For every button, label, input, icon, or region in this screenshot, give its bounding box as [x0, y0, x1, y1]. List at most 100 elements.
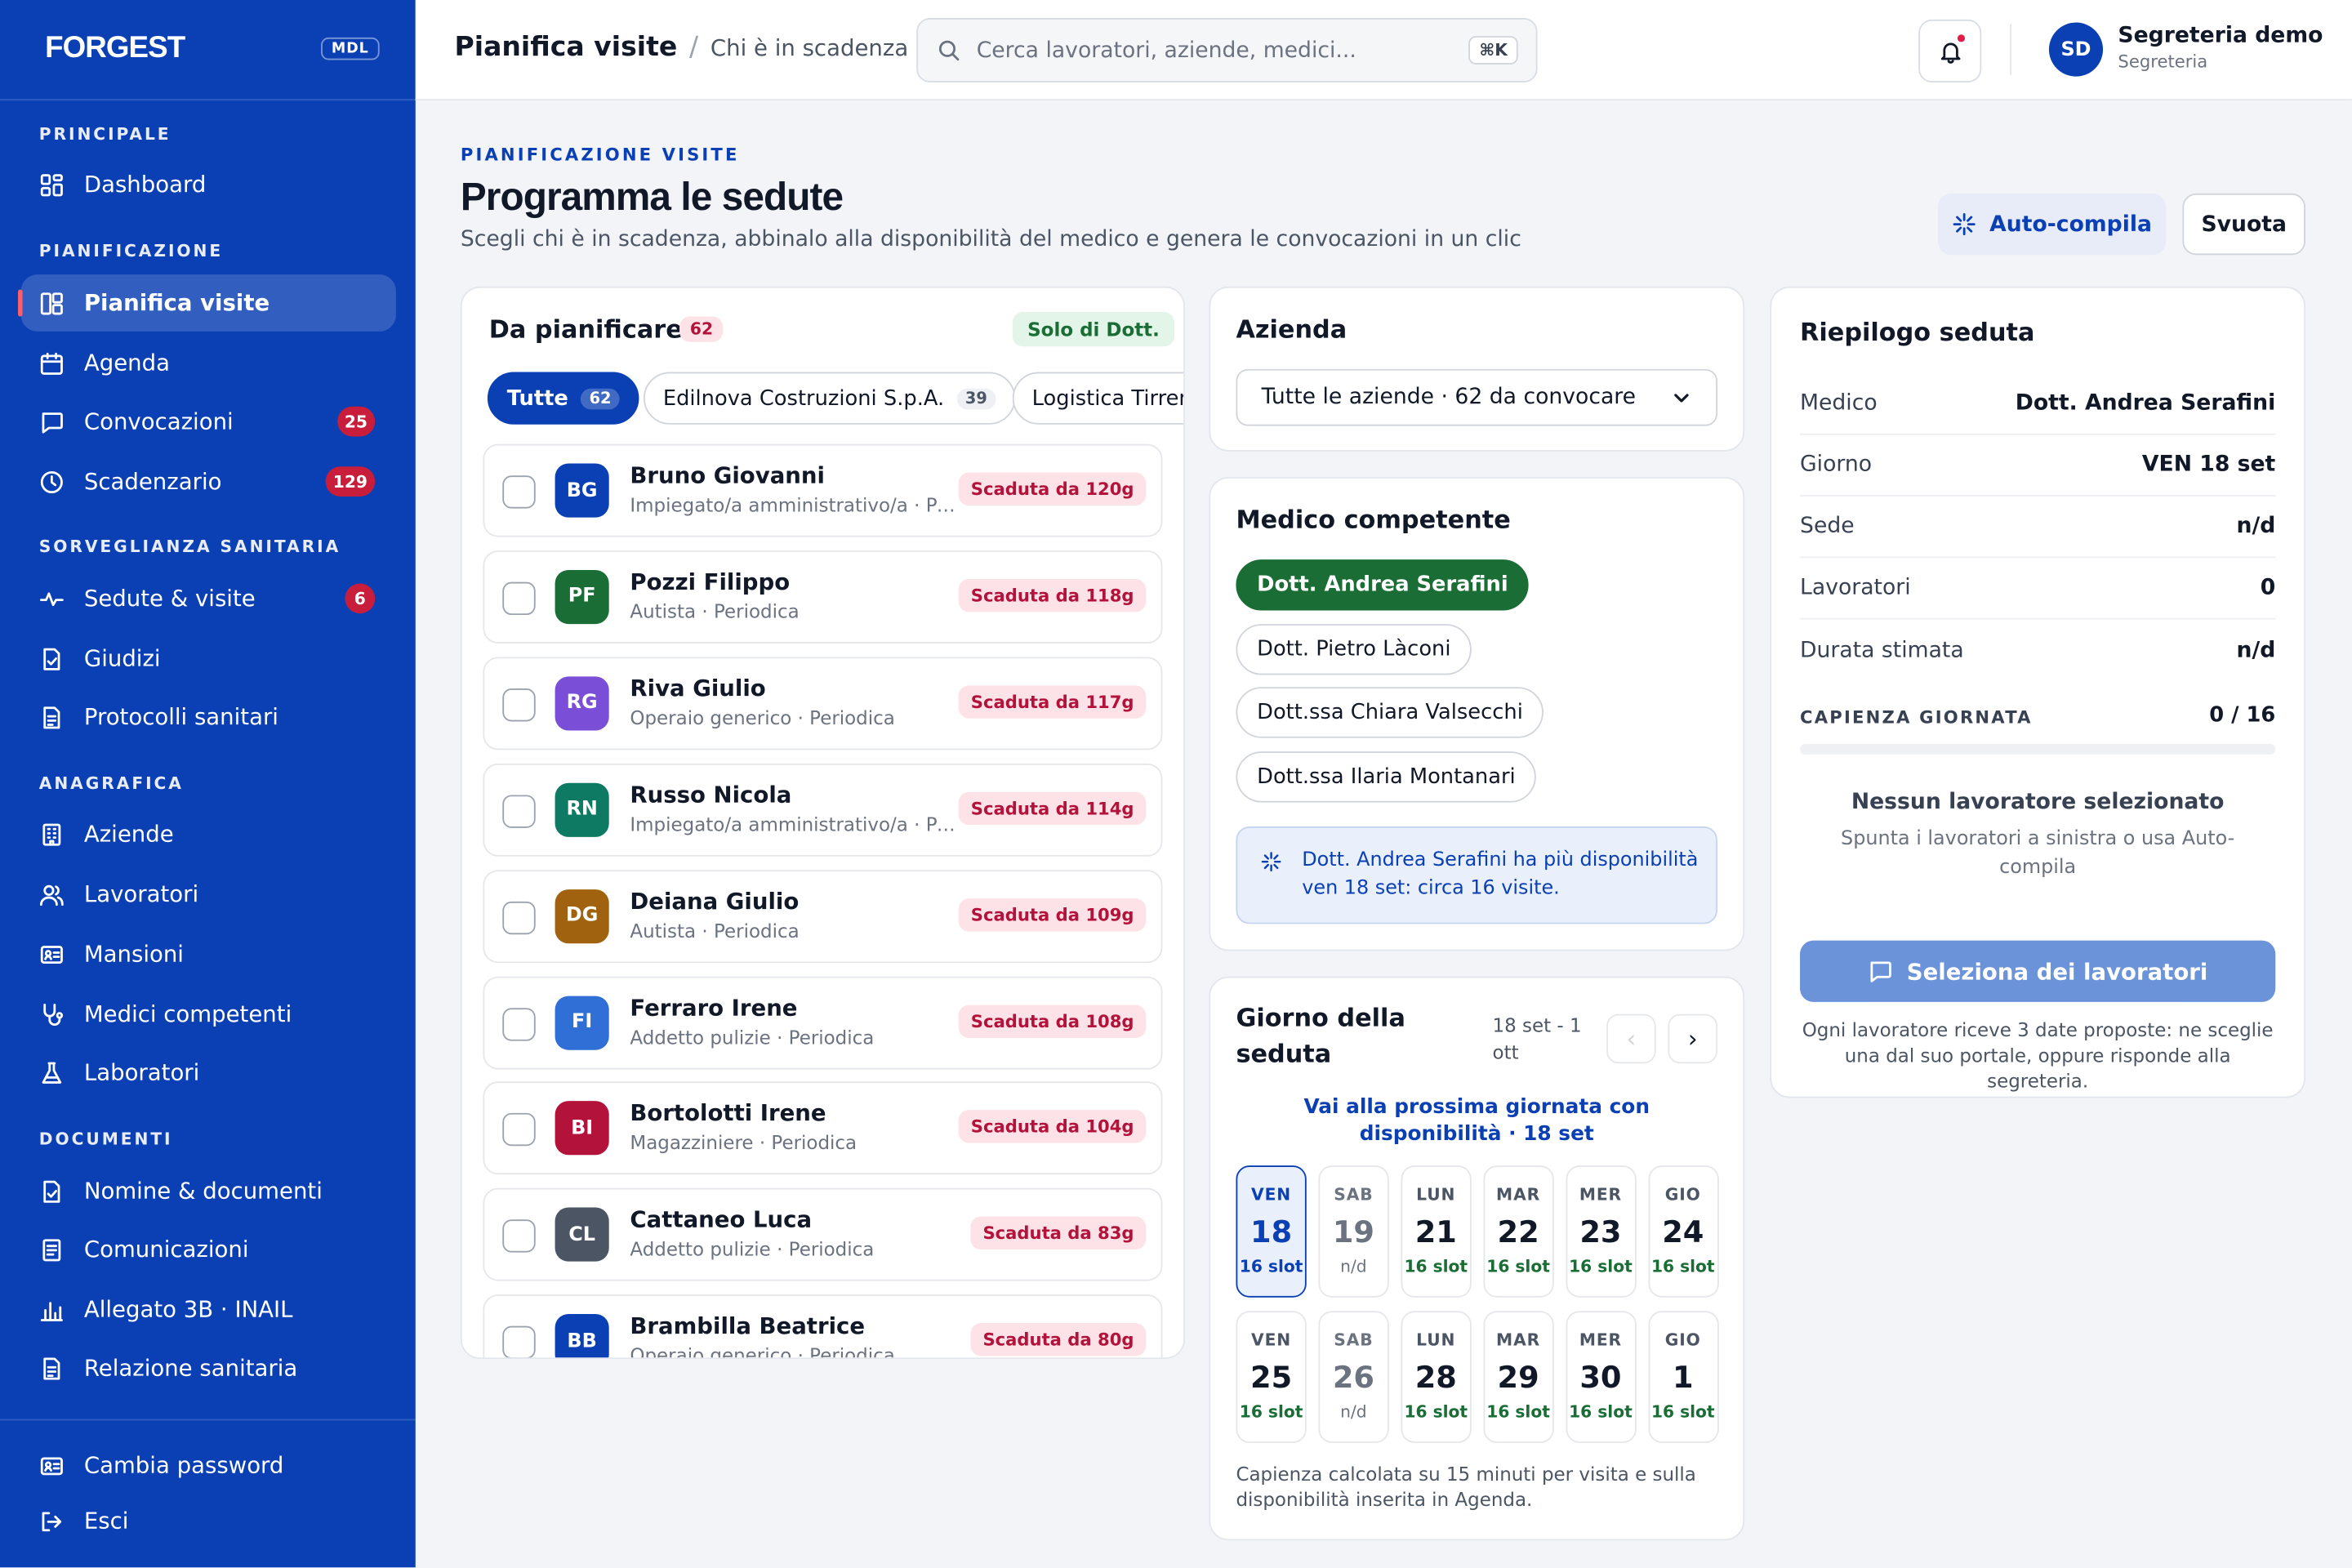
sidebar-item-protocolli[interactable]: Protocolli sanitari	[21, 688, 396, 746]
doctor-option-valsecchi[interactable]: Dott.ssa Chiara Valsecchi	[1236, 687, 1544, 738]
sidebar-item-agenda[interactable]: Agenda	[21, 335, 396, 392]
doctor-option-laconi[interactable]: Dott. Pietro Làconi	[1236, 624, 1472, 675]
worker-checkbox[interactable]	[502, 475, 536, 509]
sidebar-item-medici[interactable]: Medici competenti	[21, 986, 396, 1043]
expiry-badge: Scaduta da 80g	[970, 1323, 1147, 1356]
clear-button[interactable]: Svuota	[2182, 193, 2306, 256]
stethoscope-icon	[43, 1003, 64, 1026]
day-option[interactable]: SAB 19 n/d	[1318, 1165, 1389, 1298]
worker-avatar: BI	[555, 1101, 609, 1156]
worker-role: Addetto pulizie · Periodica	[630, 1237, 875, 1261]
worker-row[interactable]: RG Riva Giulio Operaio generico · Periodic…	[483, 657, 1163, 750]
worker-checkbox[interactable]	[502, 1007, 536, 1040]
day-option[interactable]: MAR 29 16 slot	[1482, 1311, 1554, 1443]
sidebar-item-scadenzario[interactable]: Scadenzario 129	[21, 453, 396, 510]
chip-label: Logistica Tirren	[1031, 385, 1184, 411]
sidebar-item-pianifica-visite[interactable]: Pianifica visite	[18, 274, 396, 332]
next-available-link[interactable]: Vai alla prossima giornata con disponibi…	[1236, 1094, 1717, 1147]
chip-count: 39	[956, 387, 996, 409]
worker-checkbox[interactable]	[502, 1113, 536, 1147]
day-option[interactable]: MAR 22 16 slot	[1482, 1165, 1554, 1298]
doctor-option-montanari[interactable]: Dott.ssa Ilaria Montanari	[1236, 751, 1537, 803]
page-kicker: PIANIFICAZIONE VISITE	[460, 144, 740, 166]
breadcrumb-separator: /	[689, 31, 699, 64]
day-option[interactable]: MER 30 16 slot	[1565, 1311, 1637, 1443]
day-option[interactable]: LUN 28 16 slot	[1401, 1311, 1472, 1443]
day-option[interactable]: SAB 26 n/d	[1318, 1311, 1389, 1443]
doctor-option-serafini[interactable]: Dott. Andrea Serafini	[1236, 559, 1530, 611]
day-weekday: LUN	[1416, 1330, 1456, 1351]
worker-checkbox[interactable]	[502, 794, 536, 828]
sidebar-item-esci[interactable]: Esci	[21, 1493, 396, 1550]
notifications-button[interactable]	[1918, 19, 1982, 83]
worker-row[interactable]: RN Russo Nicola Impiegato/a amministrativo…	[483, 763, 1163, 857]
day-option[interactable]: GIO 24 16 slot	[1647, 1165, 1718, 1298]
next-week-button[interactable]: ›	[1668, 1013, 1718, 1064]
section-sorveglianza: SORVEGLIANZA SANITARIA	[38, 537, 341, 557]
sidebar-item-mansioni[interactable]: Mansioni	[21, 925, 396, 982]
worker-checkbox[interactable]	[502, 1219, 536, 1254]
section-anagrafica: ANAGRAFICA	[38, 773, 184, 794]
day-weekday: LUN	[1416, 1184, 1456, 1205]
worker-checkbox[interactable]	[502, 1325, 536, 1358]
day-option[interactable]: VEN 18 16 slot	[1236, 1165, 1307, 1298]
summary-key: Medico	[1800, 391, 1878, 416]
sidebar-item-sedute[interactable]: Sedute & visite 6	[21, 570, 396, 627]
worker-row[interactable]: FI Ferraro Irene Addetto pulizie · Periodi…	[483, 975, 1163, 1069]
worker-row[interactable]: PF Pozzi Filippo Autista · Periodica Scadut…	[483, 550, 1163, 644]
calendar-icon	[40, 351, 63, 375]
worker-checkbox[interactable]	[502, 688, 536, 722]
worker-row[interactable]: BG Bruno Giovanni Impiegato/a amministrati…	[483, 443, 1163, 537]
search-input[interactable]: Cerca lavoratori, aziende, medici... ⌘K	[916, 18, 1538, 83]
app-logo[interactable]: FORGEST	[45, 32, 185, 66]
expiry-badge: Scaduta da 120g	[959, 472, 1147, 506]
day-option[interactable]: LUN 21 16 slot	[1401, 1165, 1472, 1298]
worker-avatar: RN	[555, 782, 609, 837]
breadcrumb-current[interactable]: Chi è in scadenza	[710, 34, 908, 61]
select-workers-button[interactable]: Seleziona dei lavoratori	[1800, 940, 2276, 1002]
sidebar-item-cambia-password[interactable]: Cambia password	[21, 1437, 396, 1494]
sidebar-item-convocazioni[interactable]: Convocazioni 25	[21, 393, 396, 450]
chip-label: Edilnova Costruzioni S.p.A.	[662, 385, 945, 411]
avatar[interactable]: SD	[2048, 22, 2104, 77]
prev-week-button[interactable]: ‹	[1606, 1013, 1656, 1064]
sidebar-item-laboratori[interactable]: Laboratori	[21, 1044, 396, 1101]
sidebar-item-aziende[interactable]: Aziende	[21, 805, 396, 862]
sidebar-item-nomine[interactable]: Nomine & documenti	[21, 1162, 396, 1219]
worker-checkbox[interactable]	[502, 901, 536, 934]
sidebar-item-allegato[interactable]: Allegato 3B · INAIL	[21, 1281, 396, 1339]
expiry-badge: Scaduta da 83g	[970, 1217, 1147, 1250]
day-number: 18	[1250, 1213, 1293, 1250]
sidebar-item-lavoratori[interactable]: Lavoratori	[21, 866, 396, 923]
user-name[interactable]: Segreteria demo	[2118, 24, 2323, 47]
day-number: 24	[1662, 1213, 1704, 1250]
sidebar-item-dashboard[interactable]: Dashboard	[21, 156, 396, 213]
day-option[interactable]: GIO 1 16 slot	[1647, 1311, 1718, 1443]
sidebar-item-comunicazioni[interactable]: Comunicazioni	[21, 1221, 396, 1278]
summary-footer-note: Ogni lavoratore riceve 3 date proposte: …	[1802, 1018, 2274, 1093]
expiry-badge: Scaduta da 117g	[959, 684, 1147, 719]
chip-logistica[interactable]: Logistica Tirren	[1012, 372, 1184, 425]
worker-row[interactable]: BB Brambilla Beatrice Operaio generico · P…	[483, 1294, 1163, 1358]
sidebar-item-label: Mansioni	[83, 940, 184, 968]
doctor-filter-tag[interactable]: Solo di Dott.	[1012, 312, 1175, 347]
summary-value: Dott. Andrea Serafini	[2015, 391, 2276, 416]
chip-tutte[interactable]: Tutte 62	[487, 372, 640, 425]
day-number: 1	[1672, 1359, 1694, 1396]
worker-row[interactable]: BI Bortolotti Irene Magazziniere · Periodi…	[483, 1081, 1163, 1175]
worker-row[interactable]: DG Deiana Giulio Autista · Periodica Scadut…	[483, 869, 1163, 963]
company-select[interactable]: Tutte le aziende · 62 da convocare	[1236, 368, 1718, 426]
auto-fill-button[interactable]: Auto-compila	[1938, 193, 2167, 256]
day-option[interactable]: MER 23 16 slot	[1565, 1165, 1637, 1298]
sidebar-item-giudizi[interactable]: Giudizi	[21, 630, 396, 687]
sidebar-item-relazione[interactable]: Relazione sanitaria	[21, 1339, 396, 1396]
worker-row[interactable]: CL Cattaneo Luca Addetto pulizie · Periodi…	[483, 1188, 1163, 1282]
day-weekday: MAR	[1496, 1184, 1541, 1205]
page-subtitle: Scegli chi è in scadenza, abbinalo alla …	[460, 228, 1521, 252]
breadcrumb: Pianifica visite / Chi è in scadenza	[455, 32, 909, 64]
chip-edilnova[interactable]: Edilnova Costruzioni S.p.A. 39	[643, 372, 1016, 425]
capacity-label: CAPIENZA GIORNATA	[1800, 706, 2033, 728]
day-title: Giorno della seduta	[1236, 1003, 1405, 1068]
day-option[interactable]: VEN 25 16 slot	[1236, 1311, 1307, 1443]
worker-checkbox[interactable]	[502, 581, 536, 615]
